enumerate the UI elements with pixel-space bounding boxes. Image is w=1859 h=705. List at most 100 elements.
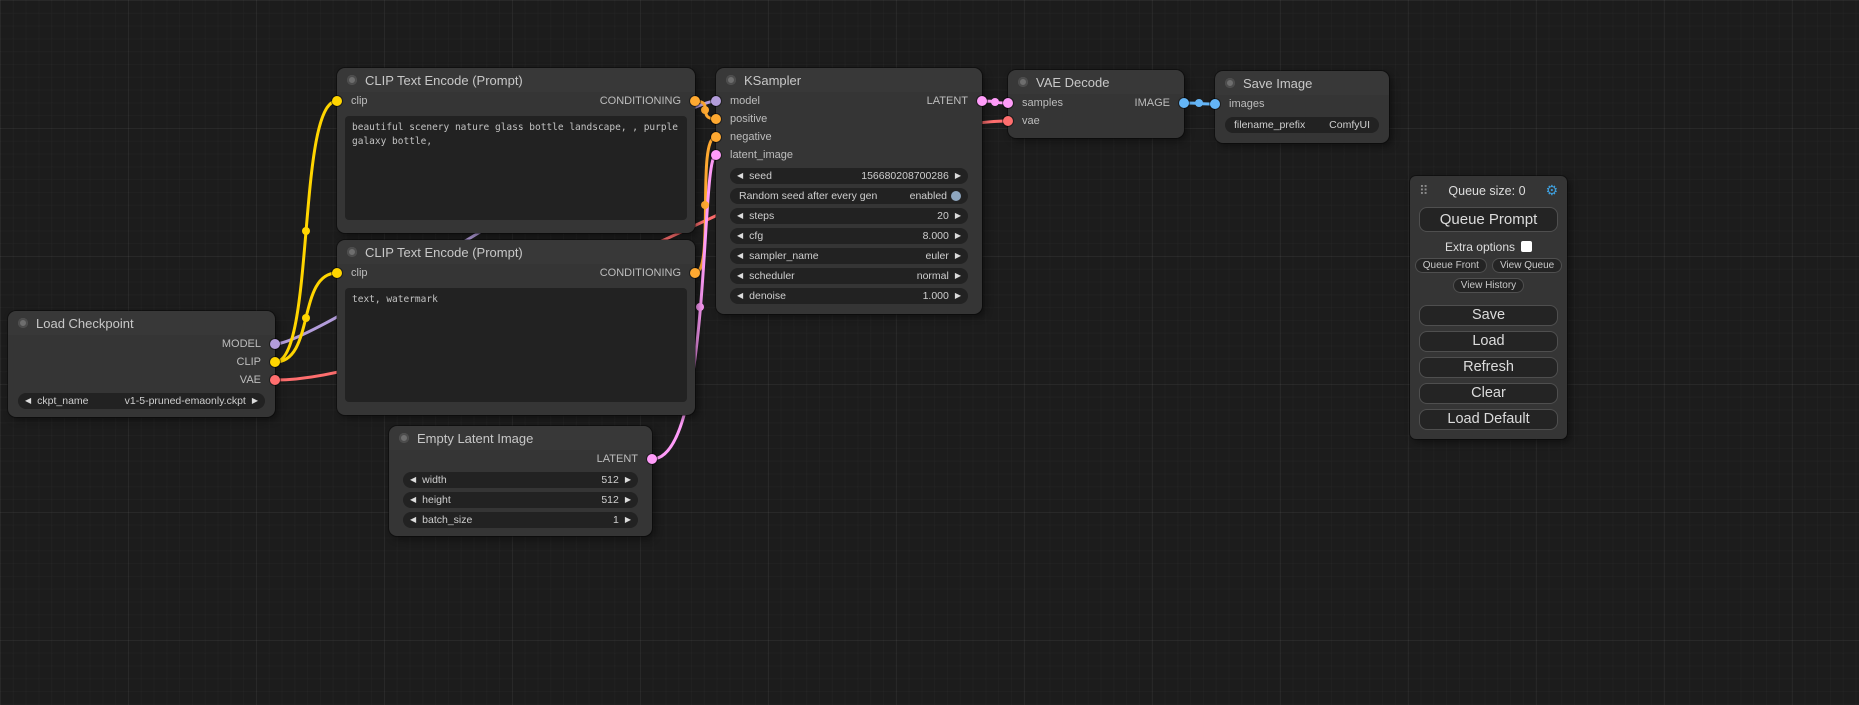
save-button[interactable]: Save: [1419, 305, 1558, 326]
widget-seed[interactable]: ◀ seed 156680208700286 ▶: [730, 168, 968, 184]
output-port-vae[interactable]: [270, 375, 280, 385]
increment-arrow-icon[interactable]: ▶: [955, 212, 961, 220]
widget-value[interactable]: 156680208700286: [861, 170, 949, 182]
clear-button[interactable]: Clear: [1419, 383, 1558, 404]
collapse-dot-icon[interactable]: [726, 75, 736, 85]
input-label-clip: clip: [351, 95, 368, 107]
output-port-model[interactable]: [270, 339, 280, 349]
widget-cfg[interactable]: ◀ cfg 8.000 ▶: [730, 228, 968, 244]
node-title-bar[interactable]: Empty Latent Image: [389, 426, 652, 450]
input-port-model[interactable]: [711, 96, 721, 106]
output-port-conditioning[interactable]: [690, 268, 700, 278]
refresh-button[interactable]: Refresh: [1419, 357, 1558, 378]
input-port-negative[interactable]: [711, 132, 721, 142]
node-title-bar[interactable]: KSampler: [716, 68, 982, 92]
widget-value[interactable]: 1.000: [923, 290, 949, 302]
decrement-arrow-icon[interactable]: ◀: [410, 496, 416, 504]
output-label-clip: CLIP: [237, 356, 261, 368]
widget-value[interactable]: 1: [613, 514, 619, 526]
widget-value[interactable]: normal: [917, 270, 949, 282]
input-label-latent-image: latent_image: [730, 149, 793, 161]
widget-value[interactable]: 512: [601, 474, 619, 486]
widget-denoise[interactable]: ◀ denoise 1.000 ▶: [730, 288, 968, 304]
extra-options-checkbox[interactable]: [1521, 241, 1532, 252]
extra-options-label: Extra options: [1445, 240, 1515, 254]
increment-arrow-icon[interactable]: ▶: [625, 516, 631, 524]
collapse-dot-icon[interactable]: [1018, 77, 1028, 87]
widget-steps[interactable]: ◀ steps 20 ▶: [730, 208, 968, 224]
increment-arrow-icon[interactable]: ▶: [625, 476, 631, 484]
increment-arrow-icon[interactable]: ▶: [955, 172, 961, 180]
collapse-dot-icon[interactable]: [1225, 78, 1235, 88]
node-title-bar[interactable]: VAE Decode: [1008, 70, 1184, 94]
load-button[interactable]: Load: [1419, 331, 1558, 352]
input-port-positive[interactable]: [711, 114, 721, 124]
collapse-dot-icon[interactable]: [347, 247, 357, 257]
widget-ckpt-name[interactable]: ◀ ckpt_name v1-5-pruned-emaonly.ckpt ▶: [18, 393, 265, 409]
settings-gear-icon[interactable]: ⚙: [1545, 182, 1558, 199]
queue-front-button[interactable]: Queue Front: [1415, 258, 1487, 273]
decrement-arrow-icon[interactable]: ◀: [410, 516, 416, 524]
output-port-latent[interactable]: [977, 96, 987, 106]
input-label-vae: vae: [1022, 115, 1040, 127]
widget-value[interactable]: 512: [601, 494, 619, 506]
input-port-vae[interactable]: [1003, 116, 1013, 126]
widget-label: steps: [749, 210, 774, 222]
widget-value[interactable]: ComfyUI: [1329, 119, 1370, 131]
input-label-negative: negative: [730, 131, 772, 143]
widget-batch-size[interactable]: ◀ batch_size 1 ▶: [403, 512, 638, 528]
prompt-textarea[interactable]: beautiful scenery nature glass bottle la…: [345, 116, 687, 220]
decrement-arrow-icon[interactable]: ◀: [410, 476, 416, 484]
widget-random-seed-toggle[interactable]: Random seed after every gen enabled: [730, 188, 968, 204]
decrement-arrow-icon[interactable]: ◀: [737, 212, 743, 220]
collapse-dot-icon[interactable]: [18, 318, 28, 328]
increment-arrow-icon[interactable]: ▶: [955, 232, 961, 240]
increment-arrow-icon[interactable]: ▶: [955, 292, 961, 300]
node-title-bar[interactable]: CLIP Text Encode (Prompt): [337, 68, 695, 92]
decrement-arrow-icon[interactable]: ◀: [737, 272, 743, 280]
input-port-latent-image[interactable]: [711, 150, 721, 160]
output-port-clip[interactable]: [270, 357, 280, 367]
menu-panel: ⠿ Queue size: 0 ⚙ Queue Prompt Extra opt…: [1410, 176, 1567, 439]
decrement-arrow-icon[interactable]: ◀: [737, 252, 743, 260]
node-title-bar[interactable]: Save Image: [1215, 71, 1389, 95]
input-port-clip[interactable]: [332, 268, 342, 278]
prompt-textarea[interactable]: text, watermark: [345, 288, 687, 402]
widget-height[interactable]: ◀ height 512 ▶: [403, 492, 638, 508]
input-port-images[interactable]: [1210, 99, 1220, 109]
widget-scheduler[interactable]: ◀ scheduler normal ▶: [730, 268, 968, 284]
wire-midpoint-dot: [302, 314, 310, 322]
widget-value[interactable]: 20: [937, 210, 949, 222]
increment-arrow-icon[interactable]: ▶: [955, 272, 961, 280]
widget-sampler-name[interactable]: ◀ sampler_name euler ▶: [730, 248, 968, 264]
input-port-samples[interactable]: [1003, 98, 1013, 108]
node-title-bar[interactable]: Load Checkpoint: [8, 311, 275, 335]
collapse-dot-icon[interactable]: [399, 433, 409, 443]
queue-prompt-button[interactable]: Queue Prompt: [1419, 207, 1558, 232]
drag-handle-icon[interactable]: ⠿: [1419, 183, 1429, 199]
view-queue-button[interactable]: View Queue: [1492, 258, 1562, 273]
widget-value[interactable]: v1-5-pruned-emaonly.ckpt: [125, 395, 246, 407]
widget-filename-prefix[interactable]: filename_prefix ComfyUI: [1225, 117, 1379, 133]
input-port-clip[interactable]: [332, 96, 342, 106]
output-port-conditioning[interactable]: [690, 96, 700, 106]
node-title-bar[interactable]: CLIP Text Encode (Prompt): [337, 240, 695, 264]
widget-value[interactable]: euler: [925, 250, 948, 262]
decrement-arrow-icon[interactable]: ◀: [25, 397, 31, 405]
node-graph-canvas[interactable]: { "icons": { "drag_handle": "⠿", "gear":…: [0, 0, 1859, 705]
output-port-image[interactable]: [1179, 98, 1189, 108]
collapse-dot-icon[interactable]: [347, 75, 357, 85]
view-history-button[interactable]: View History: [1453, 278, 1524, 293]
increment-arrow-icon[interactable]: ▶: [252, 397, 258, 405]
decrement-arrow-icon[interactable]: ◀: [737, 232, 743, 240]
widget-width[interactable]: ◀ width 512 ▶: [403, 472, 638, 488]
decrement-arrow-icon[interactable]: ◀: [737, 292, 743, 300]
toggle-dot[interactable]: [951, 191, 961, 201]
decrement-arrow-icon[interactable]: ◀: [737, 172, 743, 180]
output-port-latent[interactable]: [647, 454, 657, 464]
slot-row: images: [1215, 95, 1389, 113]
increment-arrow-icon[interactable]: ▶: [625, 496, 631, 504]
widget-value[interactable]: 8.000: [923, 230, 949, 242]
load-default-button[interactable]: Load Default: [1419, 409, 1558, 430]
increment-arrow-icon[interactable]: ▶: [955, 252, 961, 260]
